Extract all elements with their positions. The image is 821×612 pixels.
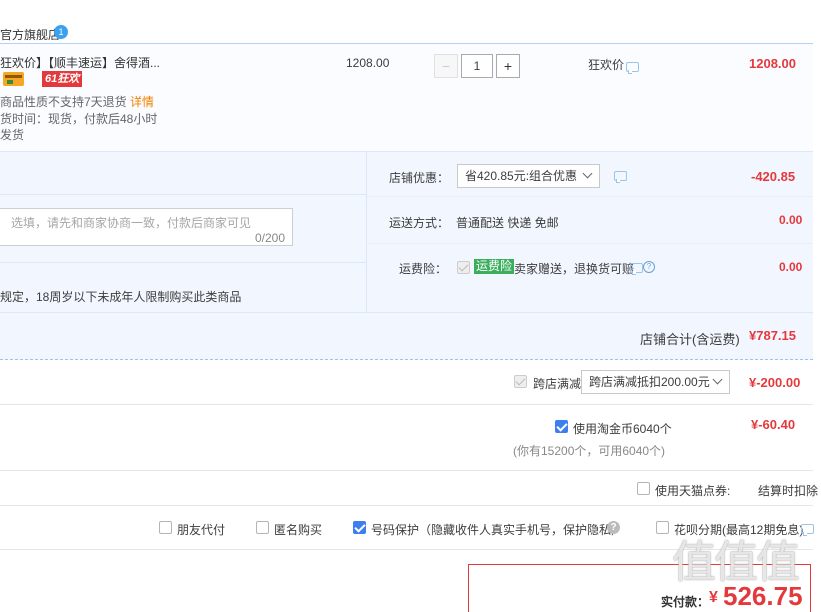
ship-time-2: 发货 xyxy=(0,128,25,142)
payment-currency: ¥ xyxy=(709,589,718,606)
item-title[interactable]: 狂欢价】【顺丰速运】舍得酒... xyxy=(0,54,160,71)
vertical-divider xyxy=(366,152,367,312)
taojinbi-sub: (你有15200个，可用6040个) xyxy=(513,444,666,458)
friend-pay-label: 朋友代付 xyxy=(177,523,226,537)
ship-time: 货时间：现货，付款后48小时 xyxy=(0,112,158,126)
number-protect-checkbox[interactable] xyxy=(353,521,366,534)
shipping-amount: 0.00 xyxy=(779,213,803,227)
quantity-input[interactable]: 1 xyxy=(461,54,493,78)
chat-icon[interactable] xyxy=(801,524,814,536)
insurance-label: 运费险： xyxy=(399,262,448,276)
store-badge: 1 xyxy=(54,25,68,39)
divider xyxy=(0,262,366,263)
store-total-label: 店铺合计(含运费) xyxy=(640,332,740,347)
insurance-tag: 运费险 xyxy=(474,259,515,274)
chevron-down-icon xyxy=(582,168,593,179)
taojinbi-label: 使用淘金币6040个 xyxy=(573,422,672,436)
shipping-value: 普通配送 快递 免邮 xyxy=(456,216,559,230)
card-icon xyxy=(3,72,24,86)
divider xyxy=(367,243,813,244)
help-icon[interactable]: ? xyxy=(607,521,620,534)
tmall-coupon-label: 使用天猫点券: xyxy=(655,484,731,498)
quantity-decrease-button[interactable]: − xyxy=(434,54,458,78)
promo-tag: 61狂欢 xyxy=(42,71,83,87)
anonymous-checkbox[interactable] xyxy=(256,521,269,534)
divider xyxy=(367,196,813,197)
divider xyxy=(0,312,813,313)
chevron-down-icon xyxy=(712,374,723,385)
item-subtotal: 1208.00 xyxy=(749,56,796,71)
friend-pay-checkbox[interactable] xyxy=(159,521,172,534)
store-discount-label: 店铺优惠： xyxy=(389,171,450,185)
detail-link[interactable]: 详情 xyxy=(130,95,154,109)
divider xyxy=(0,404,813,405)
seller-message-input[interactable]: 选填，请先和商家协商一致，付款后商家可见 0/200 xyxy=(0,208,293,246)
insurance-amount: 0.00 xyxy=(779,260,803,274)
store-name[interactable]: 官方旗舰店 xyxy=(0,26,60,43)
seller-message-counter: 0/200 xyxy=(254,231,285,245)
divider xyxy=(0,194,366,195)
payment-label: 实付款： xyxy=(661,595,710,609)
cross-store-select[interactable]: 跨店满减抵扣200.00元 xyxy=(581,370,730,394)
unit-price: 1208.00 xyxy=(346,56,390,70)
shipping-label: 运送方式： xyxy=(389,216,450,230)
divider xyxy=(0,505,813,506)
seller-message-placeholder: 选填，请先和商家协商一致，付款后商家可见 xyxy=(11,216,252,230)
store-total-amount: ¥787.15 xyxy=(749,328,796,343)
price-type: 狂欢价 xyxy=(588,58,625,72)
cross-store-checkbox xyxy=(514,375,527,388)
quantity-increase-button[interactable]: + xyxy=(496,54,520,78)
store-discount-select[interactable]: 省420.85元:组合优惠 xyxy=(457,164,600,188)
huabei-checkbox[interactable] xyxy=(656,521,669,534)
cross-store-label: 跨店满减 xyxy=(533,377,582,391)
help-icon[interactable]: ? xyxy=(643,261,655,273)
watermark: 值值值 xyxy=(672,537,800,588)
chat-icon[interactable] xyxy=(630,263,643,275)
number-protect-label: 号码保护（隐藏收件人真实手机号，保护隐私） xyxy=(371,523,624,537)
taojinbi-amount: ¥-60.40 xyxy=(751,417,796,432)
return-note: 商品性质不支持7天退货 详情 xyxy=(0,95,155,109)
age-notice: 规定，18周岁以下未成年人限制购买此类商品 xyxy=(0,290,242,304)
tmall-coupon-note: 结算时扣除 xyxy=(758,484,819,498)
chat-icon[interactable] xyxy=(626,62,639,74)
tmall-coupon-checkbox[interactable] xyxy=(637,482,650,495)
taojinbi-checkbox[interactable] xyxy=(555,420,568,433)
insurance-text: 卖家赠送，退换货可赔 xyxy=(514,262,635,276)
store-discount-amount: -420.85 xyxy=(751,169,796,184)
insurance-checkbox xyxy=(457,261,470,274)
divider xyxy=(0,359,813,361)
cross-store-amount: ¥-200.00 xyxy=(749,375,801,390)
anonymous-label: 匿名购买 xyxy=(274,523,323,537)
divider xyxy=(0,151,813,152)
divider xyxy=(0,470,813,471)
chat-icon[interactable] xyxy=(614,171,627,183)
